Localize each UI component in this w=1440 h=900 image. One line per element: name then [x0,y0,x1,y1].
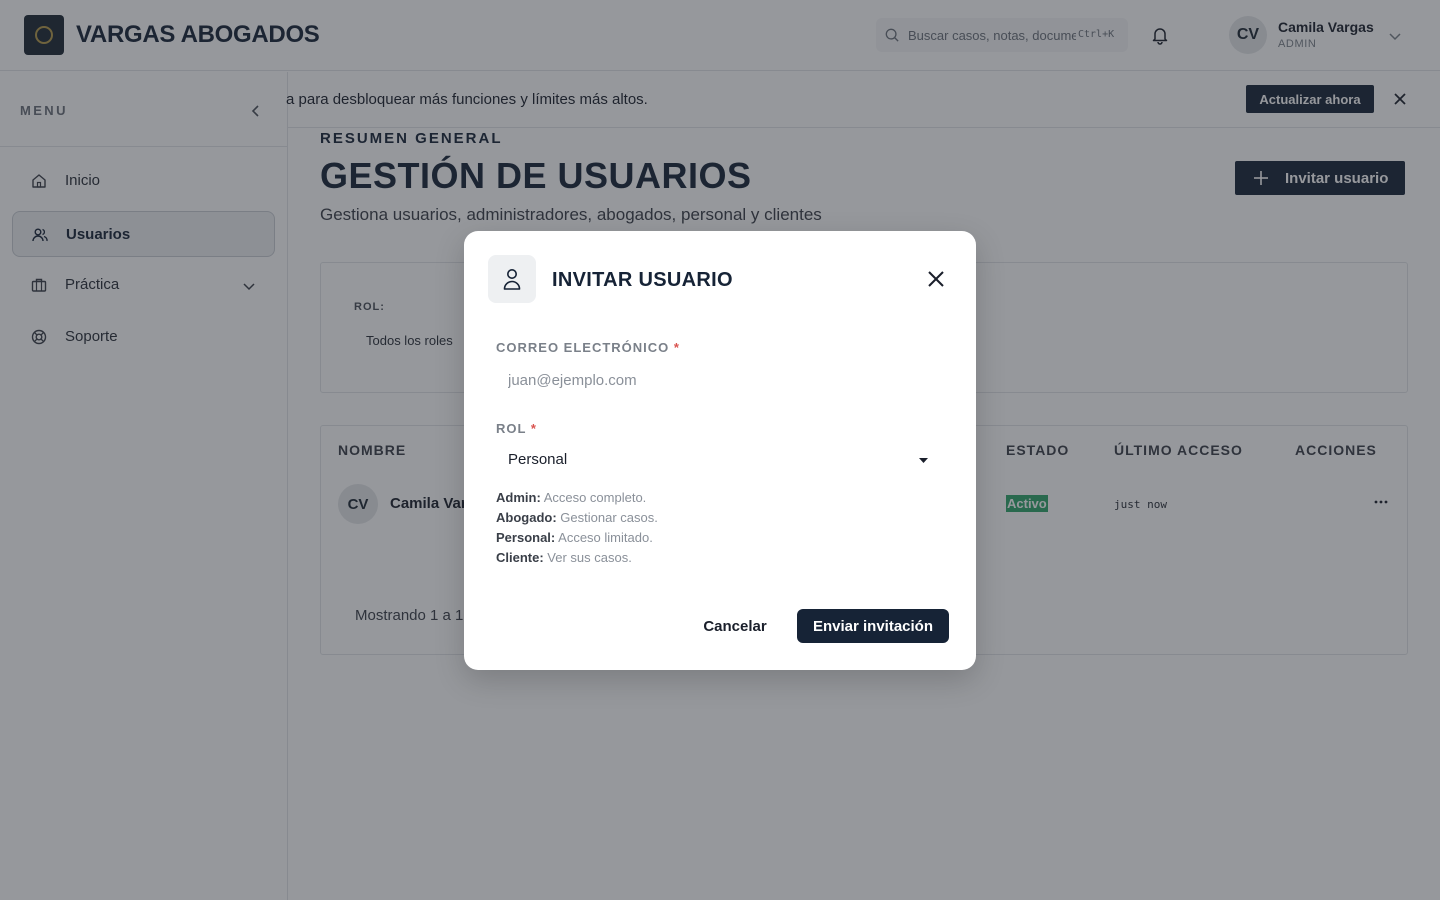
required-mark: * [673,340,680,355]
role-select-value: Personal [508,451,568,468]
role-description-personal: Personal: Acceso limitado. [496,530,653,545]
role-select[interactable]: Personal [496,444,944,476]
role-description-cliente: Cliente: Ver sus casos. [496,550,632,565]
modal-title: INVITAR USUARIO [552,269,733,291]
role-description-abogado: Abogado: Gestionar casos. [496,510,658,525]
email-field[interactable] [496,364,944,396]
required-mark: * [530,421,537,436]
email-label: CORREO ELECTRÓNICO * [496,340,680,355]
user-icon-container [488,255,536,303]
role-description-admin: Admin: Acceso completo. [496,490,647,505]
cancel-button[interactable]: Cancelar [694,609,776,643]
caret-down-icon [919,458,928,463]
role-descriptions: Admin: Acceso completo. Abogado: Gestion… [496,488,658,568]
invite-user-modal: INVITAR USUARIO CORREO ELECTRÓNICO * ROL… [464,231,976,670]
close-icon[interactable] [926,269,946,289]
send-invitation-button[interactable]: Enviar invitación [797,609,949,643]
user-icon [503,269,521,290]
role-label: ROL * [496,421,537,436]
